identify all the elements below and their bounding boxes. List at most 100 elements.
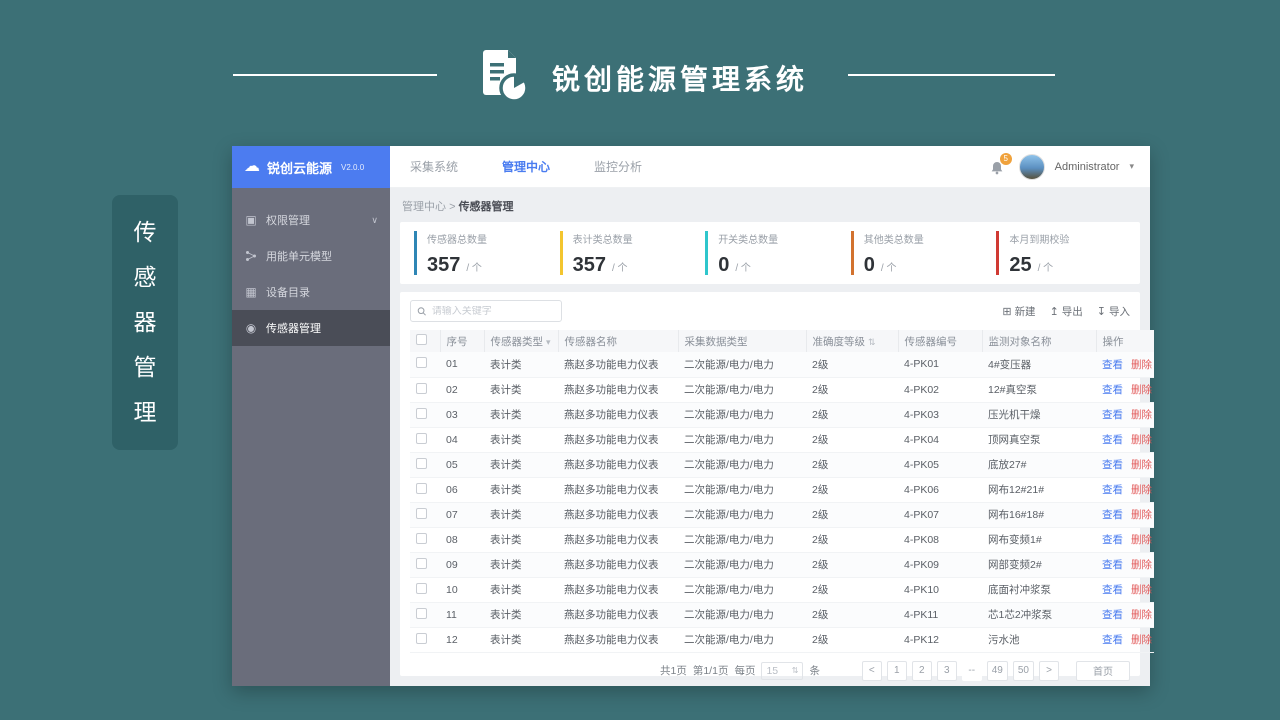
view-link[interactable]: 查看 xyxy=(1102,484,1123,496)
cell-no: 08 xyxy=(440,527,484,553)
row-checkbox[interactable] xyxy=(416,357,427,369)
row-checkbox[interactable] xyxy=(416,557,427,569)
view-link[interactable]: 查看 xyxy=(1102,459,1123,471)
page-number-button[interactable]: 3 xyxy=(936,660,957,681)
sidebar-item[interactable]: ▣ 权限管理 ∨ xyxy=(232,202,390,238)
row-checkbox[interactable] xyxy=(416,582,427,594)
per-page-box: 15 ⇅ xyxy=(761,661,804,680)
next-page-button[interactable]: > xyxy=(1039,660,1059,681)
view-link[interactable]: 查看 xyxy=(1102,634,1123,646)
row-checkbox[interactable] xyxy=(416,482,427,494)
cell-target-name: 污水池 xyxy=(982,627,1096,653)
view-link[interactable]: 查看 xyxy=(1102,434,1123,446)
home-page-button[interactable]: 首页 xyxy=(1076,660,1130,681)
delete-link[interactable]: 删除 xyxy=(1131,459,1152,471)
row-checkbox[interactable] xyxy=(416,507,427,519)
user-name[interactable]: Administrator xyxy=(1055,161,1120,173)
cell-sensor-type: 表计类 xyxy=(484,352,558,378)
topnav-items: 采集系统 管理中心 监控分析 xyxy=(410,158,642,175)
delete-link[interactable]: 删除 xyxy=(1131,434,1152,446)
row-checkbox[interactable] xyxy=(416,432,427,444)
toolbar-button[interactable]: ↥ 导出 xyxy=(1050,304,1083,319)
toolbar-button[interactable]: ⊞ 新建 xyxy=(1002,304,1035,319)
per-page-stepper-icon[interactable]: ⇅ xyxy=(792,666,799,675)
cloud-icon: ☁ xyxy=(244,158,260,175)
cell-sensor-code: 4-PK12 xyxy=(898,627,982,653)
page-number-button[interactable]: 50 xyxy=(1012,660,1034,681)
stat-unit: / 个 xyxy=(880,263,897,274)
page-number-button[interactable]: 49 xyxy=(986,660,1008,681)
banner: 锐创能源管理系统 xyxy=(0,0,1280,110)
table-row: 07 表计类 燕赵多功能电力仪表 二次能源/电力/电力 2级 4-PK07 网布… xyxy=(410,502,1154,528)
row-checkbox[interactable] xyxy=(416,632,427,644)
topnav-item[interactable]: 管理中心 xyxy=(502,158,550,175)
view-link[interactable]: 查看 xyxy=(1102,609,1123,621)
table-row: 05 表计类 燕赵多功能电力仪表 二次能源/电力/电力 2级 4-PK05 底放… xyxy=(410,452,1154,478)
filter-icon[interactable]: ▾ xyxy=(546,337,551,347)
cell-accuracy: 2级 xyxy=(806,527,898,553)
cell-sensor-code: 4-PK06 xyxy=(898,477,982,503)
avatar[interactable] xyxy=(1018,153,1045,180)
user-menu-caret-icon[interactable]: ▾ xyxy=(1129,161,1134,172)
sidebar-item[interactable]: 用能单元模型 ∨ xyxy=(232,238,390,274)
table-card: ⊞ 新建 ↥ 导出 ↧ 导入 xyxy=(400,292,1154,681)
sidebar-item-label: 设备目录 xyxy=(266,287,310,299)
view-link[interactable]: 查看 xyxy=(1102,509,1123,521)
page-number-button[interactable]: 2 xyxy=(911,660,932,681)
cell-accuracy: 2级 xyxy=(806,577,898,603)
sort-icon[interactable]: ⇅ xyxy=(868,337,876,347)
cell-sensor-type: 表计类 xyxy=(484,477,558,503)
cell-sensor-name: 燕赵多功能电力仪表 xyxy=(558,352,678,378)
cell-target-name: 底放27# xyxy=(982,452,1096,478)
view-link[interactable]: 查看 xyxy=(1102,559,1123,571)
pagination-summary: 共1页 第1/1页 每页 15 ⇅ 条 xyxy=(660,661,820,680)
cell-target-name: 网部变频2# xyxy=(982,552,1096,578)
topnav-item-label: 监控分析 xyxy=(594,160,643,174)
per-page-value[interactable]: 15 xyxy=(766,665,778,677)
toolbar: ⊞ 新建 ↥ 导出 ↧ 导入 xyxy=(410,300,1130,322)
cell-sensor-code: 4-PK09 xyxy=(898,552,982,578)
row-checkbox[interactable] xyxy=(416,407,427,419)
row-checkbox[interactable] xyxy=(416,457,427,469)
row-checkbox[interactable] xyxy=(416,532,427,544)
row-checkbox[interactable] xyxy=(416,382,427,394)
topnav-item[interactable]: 监控分析 xyxy=(594,158,642,175)
toolbar-button[interactable]: ↧ 导入 xyxy=(1097,304,1130,319)
prev-page-button[interactable]: < xyxy=(861,660,882,681)
sidebar-item[interactable]: ◉ 传感器管理 ∨ xyxy=(232,310,390,346)
cell-no: 11 xyxy=(440,602,484,628)
delete-link[interactable]: 删除 xyxy=(1131,484,1152,496)
select-all-checkbox[interactable] xyxy=(416,334,427,345)
notification-bell-icon[interactable]: 5 xyxy=(989,152,1012,177)
cell-data-type: 二次能源/电力/电力 xyxy=(678,477,806,503)
delete-link[interactable]: 删除 xyxy=(1131,584,1152,596)
view-link[interactable]: 查看 xyxy=(1102,534,1123,546)
delete-link[interactable]: 删除 xyxy=(1131,384,1152,396)
delete-link[interactable]: 删除 xyxy=(1131,409,1152,421)
view-link[interactable]: 查看 xyxy=(1102,584,1123,596)
delete-link[interactable]: 删除 xyxy=(1131,359,1152,371)
banner-rule-right xyxy=(848,74,1055,76)
breadcrumb-current: 传感器管理 xyxy=(458,201,514,213)
delete-link[interactable]: 删除 xyxy=(1131,559,1152,571)
search-input[interactable] xyxy=(431,305,555,317)
delete-link[interactable]: 删除 xyxy=(1131,509,1152,521)
toolbar-button-label: 新建 xyxy=(1014,305,1036,318)
sidebar-item[interactable]: ▦ 设备目录 ∨ xyxy=(232,274,390,310)
delete-link[interactable]: 删除 xyxy=(1131,634,1152,646)
view-link[interactable]: 查看 xyxy=(1102,384,1123,396)
cell-accuracy: 2级 xyxy=(806,452,898,478)
view-link[interactable]: 查看 xyxy=(1102,359,1123,371)
view-link[interactable]: 查看 xyxy=(1102,409,1123,421)
page-number-button[interactable]: 1 xyxy=(886,660,907,681)
topnav-item[interactable]: 采集系统 xyxy=(410,158,458,175)
cell-no: 02 xyxy=(440,377,484,403)
cell-sensor-name: 燕赵多功能电力仪表 xyxy=(558,577,678,603)
table-row: 11 表计类 燕赵多功能电力仪表 二次能源/电力/电力 2级 4-PK11 芯1… xyxy=(410,602,1154,628)
breadcrumb-parent[interactable]: 管理中心 xyxy=(402,201,446,213)
delete-link[interactable]: 删除 xyxy=(1131,534,1152,546)
cell-data-type: 二次能源/电力/电力 xyxy=(678,427,806,453)
delete-link[interactable]: 删除 xyxy=(1131,609,1152,621)
col-header-accuracy: 准确度等级 ⇅ xyxy=(805,330,898,352)
row-checkbox[interactable] xyxy=(416,607,427,619)
